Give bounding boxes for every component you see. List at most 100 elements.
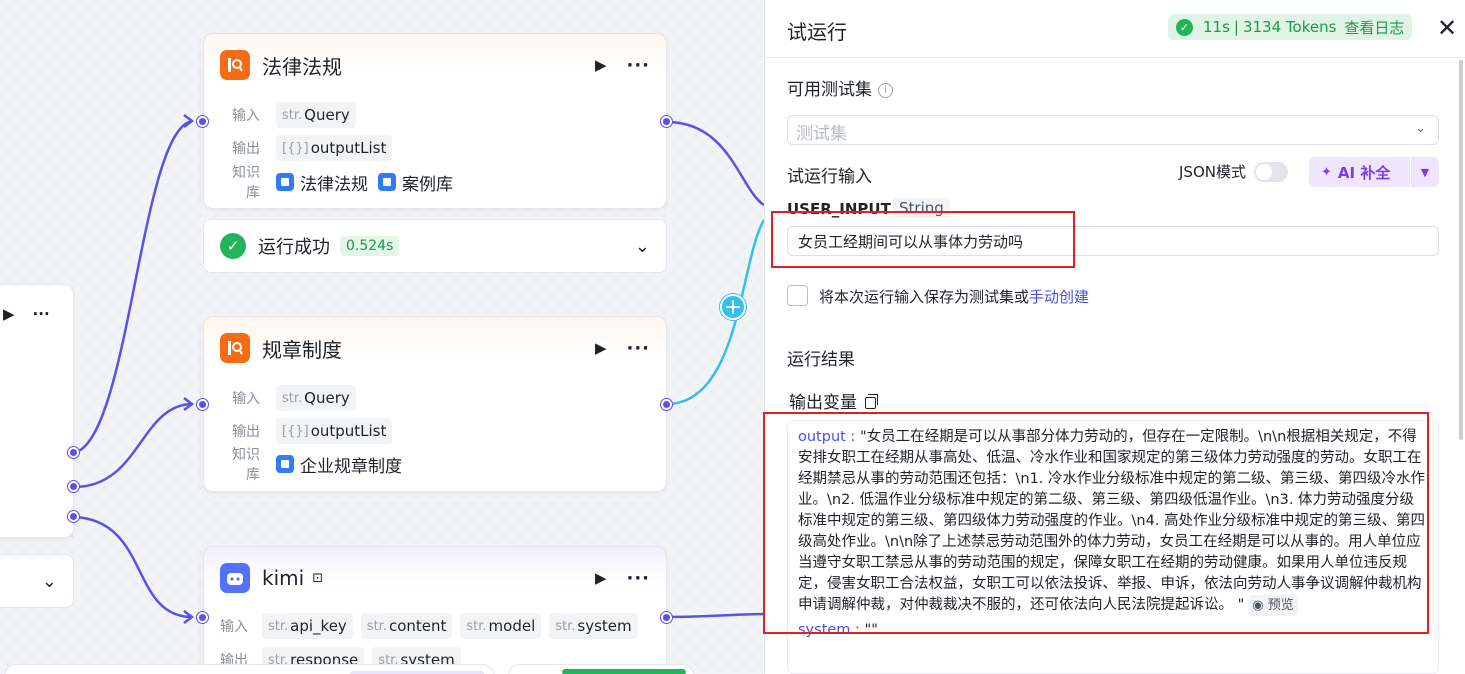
ai-fill-label: AI 补全: [1337, 163, 1391, 182]
chevron-down-icon[interactable]: ▼: [1411, 166, 1439, 179]
user-input-field[interactable]: 女员工经期间可以从事体力劳动吗: [787, 226, 1439, 256]
output-label: 输出: [232, 424, 260, 440]
start-port-1[interactable]: [68, 447, 79, 458]
knowledge-base-label: 知识库: [232, 447, 260, 483]
status-text: 运行成功: [258, 237, 330, 258]
output-param-chip: [{}] outputList: [276, 135, 393, 161]
copy-icon[interactable]: [865, 394, 878, 409]
input-label: 输入: [232, 391, 260, 407]
knowledge-search-icon: [220, 50, 250, 80]
run-node-button[interactable]: ▶: [595, 339, 607, 357]
preview-button[interactable]: ◉ 预览: [1248, 595, 1298, 616]
start-port-3[interactable]: [68, 511, 79, 522]
manual-create-link[interactable]: 手动创建: [1029, 288, 1089, 306]
kimi-node[interactable]: kimi ⊡ ▶ ··· 输入 str. api_key str. content …: [203, 546, 667, 674]
variable-name: USER_INPUT: [787, 200, 891, 218]
variable-type-badge: String: [893, 198, 950, 218]
sparkle-icon: ✦: [1321, 164, 1332, 180]
panel-header: 试运行 ✓ 11s | 3134 Tokens 查看日志 ✕: [765, 0, 1465, 58]
system-key: system: [798, 622, 851, 638]
input-param-chip: str. Query: [276, 385, 356, 411]
input-label: 输入: [220, 619, 248, 635]
knowledge-base-item: 法律法规: [276, 170, 368, 195]
bottom-green-bar: [562, 669, 686, 674]
chevron-down-icon: ⌄: [1415, 121, 1426, 136]
start-node[interactable]: ▶ ···: [0, 284, 74, 538]
knowledge-base-item: 案例库: [378, 170, 453, 195]
save-test-set-checkbox[interactable]: [787, 285, 808, 306]
knowledge-base-icon: [378, 173, 396, 191]
input-param-chip: str. api_key: [262, 613, 353, 639]
more-options-button[interactable]: ···: [33, 305, 50, 323]
more-options-button[interactable]: ···: [626, 568, 650, 589]
run-result-label: 运行结果: [787, 350, 855, 370]
input-param-chip: str. system: [549, 613, 638, 639]
knowledge-base-icon: [276, 173, 294, 191]
run-input-label: 试运行输入: [787, 167, 872, 187]
panel-title: 试运行: [787, 20, 847, 44]
test-set-placeholder: 测试集: [796, 124, 847, 144]
input-param-chip: str. model: [460, 613, 542, 639]
run-node-button[interactable]: ▶: [595, 56, 607, 74]
panel-scrollbar[interactable]: [1459, 60, 1463, 440]
run-node-button[interactable]: ▶: [595, 569, 607, 587]
robot-icon: [220, 563, 250, 593]
json-mode-control[interactable]: JSON模式: [1179, 161, 1288, 182]
run-node-button[interactable]: ▶: [3, 305, 15, 323]
kimi-output-port[interactable]: [661, 612, 672, 623]
knowledge-base-icon: [276, 455, 294, 473]
input-param-chip: str. Query: [276, 102, 356, 128]
test-set-section: 可用测试集 i: [787, 75, 893, 100]
output-label: 输出: [232, 141, 260, 157]
run-time-badge: 0.524s: [340, 236, 400, 256]
ai-fill-button[interactable]: ✦ AI 补全 ▼: [1309, 157, 1439, 187]
run-tokens: 3134 Tokens: [1242, 18, 1337, 36]
node-title: 法律法规: [262, 54, 342, 79]
output-vars-section: 输出变量: [789, 388, 878, 413]
separator: |: [1233, 18, 1239, 36]
test-set-label: 可用测试集: [787, 80, 872, 100]
input-param-chip: str. content: [360, 613, 453, 639]
law-node[interactable]: 法律法规 ▶ ··· 输入 str. Query 输出 [{}] outputLis…: [203, 33, 667, 209]
view-log-link[interactable]: 查看日志: [1344, 17, 1404, 38]
plugin-icon: ⊡: [312, 570, 324, 586]
json-mode-toggle[interactable]: [1253, 161, 1288, 182]
rules-input-port[interactable]: [197, 399, 208, 410]
info-icon[interactable]: i: [878, 83, 893, 98]
chevron-down-icon[interactable]: ⌄: [635, 236, 650, 257]
test-set-select[interactable]: 测试集 ⌄: [787, 115, 1439, 145]
output-value: "女员工在经期是可以从事部分体力劳动的，但存在一定限制。\n\n根据相关规定，不…: [798, 429, 1426, 613]
run-summary-badge: ✓ 11s | 3134 Tokens 查看日志: [1168, 14, 1413, 40]
system-entry: system : "": [798, 622, 878, 638]
run-time: 11s: [1203, 18, 1230, 36]
kimi-input-port[interactable]: [197, 612, 208, 623]
start-status-card[interactable]: ⌄: [0, 554, 74, 608]
node-title: 规章制度: [262, 337, 342, 362]
knowledge-search-icon: [220, 333, 250, 363]
law-input-port[interactable]: [197, 116, 208, 127]
start-port-2[interactable]: [68, 481, 79, 492]
knowledge-base-label: 知识库: [232, 165, 260, 201]
output-entry: output : "女员工在经期是可以从事部分体力劳动的，但存在一定限制。\n\…: [798, 427, 1428, 616]
system-value: "": [864, 622, 878, 638]
more-options-button[interactable]: ···: [626, 338, 650, 359]
json-mode-label: JSON模式: [1179, 163, 1246, 181]
law-run-status[interactable]: ✓ 运行成功 0.524s ⌄: [203, 219, 667, 273]
save-test-set-label: 将本次运行输入保存为测试集或手动创建: [819, 288, 1090, 306]
workflow-canvas[interactable]: ▶ ··· ⌄ 法律法规 ▶ ··· 输入 str. Query 输出 [{}] o…: [0, 0, 764, 674]
more-options-button[interactable]: ···: [626, 55, 650, 76]
close-icon[interactable]: ✕: [1437, 14, 1457, 42]
output-key: output: [798, 429, 846, 445]
chevron-down-icon[interactable]: ⌄: [42, 571, 57, 592]
success-check-icon: ✓: [220, 233, 246, 259]
rules-output-port[interactable]: [661, 399, 672, 410]
rules-node[interactable]: 规章制度 ▶ ··· 输入 str. Query 输出 [{}] outputLis…: [203, 316, 667, 492]
success-check-icon: ✓: [1176, 18, 1193, 36]
add-node-plus-icon[interactable]: +: [720, 294, 746, 320]
law-output-port[interactable]: [661, 116, 672, 127]
input-label: 输入: [232, 108, 260, 124]
output-variables-box[interactable]: output : "女员工在经期是可以从事部分体力劳动的，但存在一定限制。\n\…: [787, 420, 1439, 674]
test-run-panel: 试运行 ✓ 11s | 3134 Tokens 查看日志 ✕ 可用测试集 i 测试…: [763, 0, 1465, 674]
output-param-chip: [{}] outputList: [276, 418, 393, 444]
node-title: kimi: [262, 566, 305, 590]
